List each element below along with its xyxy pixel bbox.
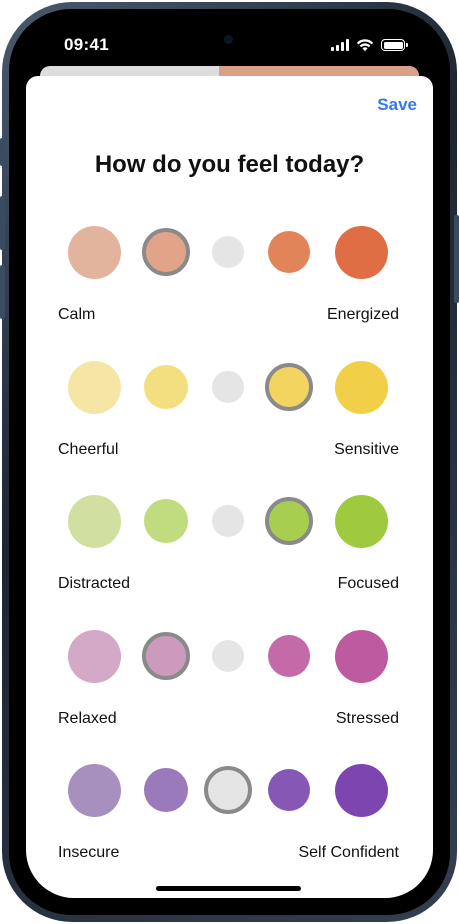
save-button[interactable]: Save [377,95,417,115]
side-button-volume-up [0,196,5,250]
cellular-signal-icon [331,39,349,51]
mood-option-dot[interactable] [212,640,244,672]
mood-option-dot-selected[interactable] [265,363,313,411]
mood-option-dot[interactable] [268,231,310,273]
mood-row: Insecure Self Confident [26,763,433,874]
mood-option-dot[interactable] [144,499,188,543]
status-bar: 09:41 [26,26,433,70]
mood-option-dot[interactable] [67,494,121,548]
mood-option-dot[interactable] [67,225,121,279]
mood-option-dot[interactable] [334,763,388,817]
mood-row: Calm Energized [26,225,433,336]
mood-option-dot-selected[interactable] [265,497,313,545]
mood-option-dot[interactable] [212,371,244,403]
mood-label-left: Distracted [58,575,131,592]
battery-icon [381,39,408,51]
mood-row: Cheerful Sensitive [26,360,433,471]
mood-label-left: Relaxed [58,710,117,727]
mood-label-left: Insecure [58,844,120,861]
mood-label-right: Focused [337,575,399,592]
screen: 09:41 Save How do you feel today? Calm En… [26,26,433,898]
side-button-power [454,215,459,303]
mood-label-right: Sensitive [334,441,399,458]
mood-option-dot[interactable] [212,505,244,537]
status-time: 09:41 [64,35,109,54]
mood-option-dot[interactable] [334,494,388,548]
mood-option-dot[interactable] [144,365,188,409]
mood-option-dot[interactable] [334,360,388,414]
mood-row: Relaxed Stressed [26,629,433,740]
mood-option-dot[interactable] [334,225,388,279]
mood-label-left: Cheerful [58,441,119,458]
wifi-icon [356,39,374,52]
mood-option-dot[interactable] [268,769,310,811]
front-camera [224,35,233,44]
mood-row: Distracted Focused [26,494,433,605]
mood-option-dot-selected[interactable] [142,228,190,276]
mood-option-dot[interactable] [67,360,121,414]
mood-option-dot[interactable] [334,629,388,683]
mood-label-left: Calm [58,306,96,323]
side-button-volume-down [0,265,5,319]
mood-label-right: Stressed [335,710,399,727]
mood-label-right: Energized [326,306,399,323]
home-indicator[interactable] [156,886,301,891]
side-button-silent [0,138,5,166]
mood-option-dot[interactable] [268,635,310,677]
mood-label-right: Self Confident [298,844,399,861]
mood-option-dot[interactable] [212,236,244,268]
mood-option-dot[interactable] [144,768,188,812]
mood-option-dot-selected[interactable] [204,766,252,814]
mood-option-dot[interactable] [67,763,121,817]
mood-option-dot[interactable] [67,629,121,683]
page-title: How do you feel today? [94,151,365,178]
mood-option-dot-selected[interactable] [142,632,190,680]
status-icons [331,38,408,52]
mood-sheet: Save How do you feel today? Calm Energize… [26,76,433,898]
phone-frame: 09:41 Save How do you feel today? Calm En… [0,0,459,924]
